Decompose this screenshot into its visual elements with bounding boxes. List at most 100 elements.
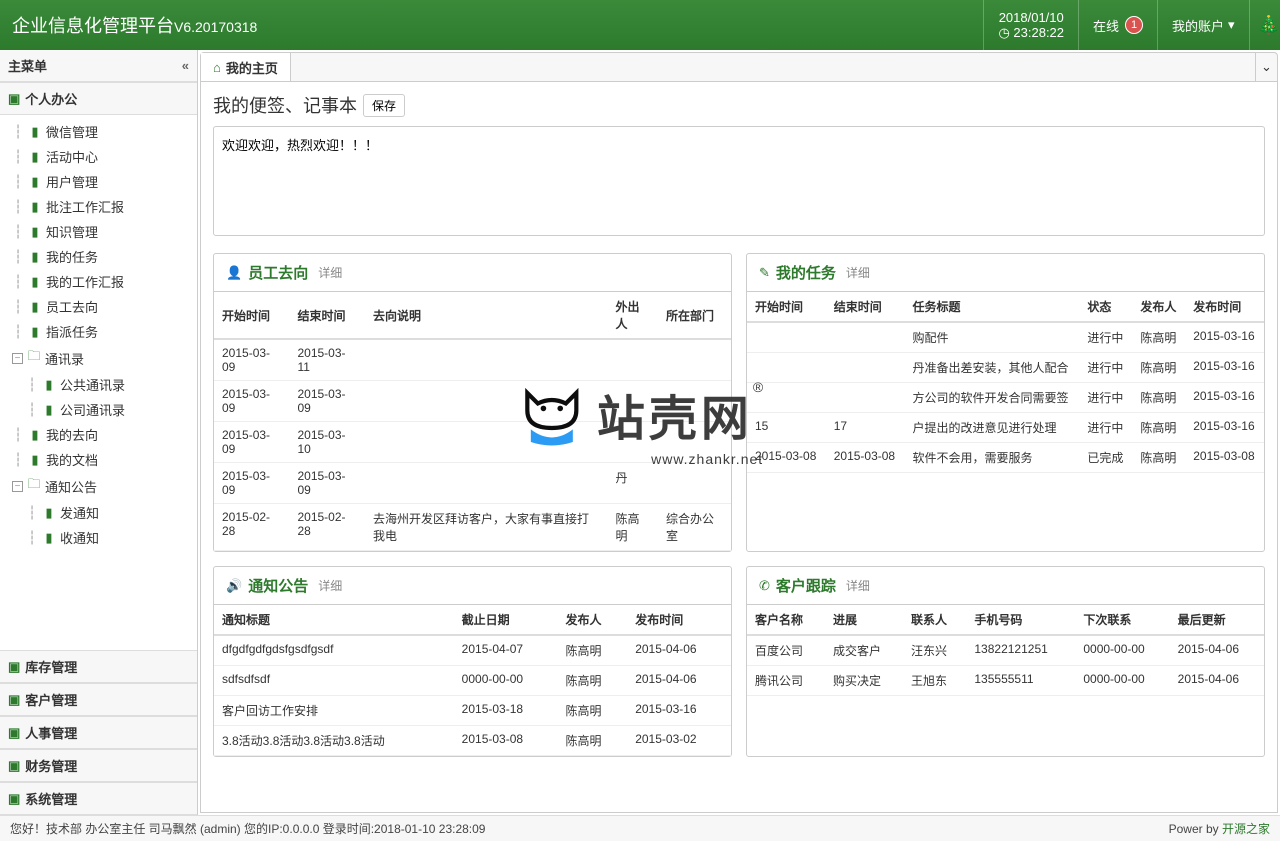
sidebar-item-label: 用户管理: [46, 172, 98, 191]
sidebar-item[interactable]: ┆▮我的文档: [8, 447, 197, 472]
sidebar-item-label: 通讯录: [45, 349, 84, 368]
table-header: 发布时间: [627, 605, 731, 635]
chevron-down-icon: ⌄: [1261, 59, 1272, 75]
panel-customer: ✆ 客户跟踪 详细 客户名称进展联系人手机号码下次联系最后更新百度公司成交客户汪…: [746, 566, 1265, 757]
table-header: 最后更新: [1170, 605, 1264, 635]
sidebar-section[interactable]: ▣ 库存管理: [0, 650, 197, 683]
table-header: 客户名称: [747, 605, 825, 635]
staff-table: 开始时间结束时间去向说明外出人所在部门2015-03-092015-03-112…: [214, 292, 731, 551]
file-icon: ▮: [42, 530, 56, 546]
sidebar-section[interactable]: ▣财务管理: [0, 749, 197, 782]
table-row[interactable]: 2015-03-082015-03-08软件不会用，需要服务已完成陈高明2015…: [747, 443, 1264, 473]
table-header: 发布人: [557, 605, 627, 635]
tab-home[interactable]: ⌂ 我的主页: [201, 53, 291, 81]
sidebar-item[interactable]: ┆▮活动中心: [8, 144, 197, 169]
file-icon: ▮: [42, 377, 56, 393]
detail-link[interactable]: 详细: [846, 264, 870, 281]
header-tree-button[interactable]: 🎄: [1249, 0, 1280, 50]
folder-icon: 🗀: [27, 475, 41, 497]
footer-link[interactable]: 开源之家: [1222, 822, 1270, 836]
sidebar-item[interactable]: ┆▮员工去向: [8, 294, 197, 319]
table-header: 结束时间: [289, 292, 364, 339]
user-icon: 👤: [226, 265, 242, 281]
table-header: 所在部门: [658, 292, 731, 339]
table-row[interactable]: 2015-03-092015-03-10: [214, 422, 731, 463]
sidebar-item[interactable]: ┆▮我的工作汇报: [8, 269, 197, 294]
header-datetime: 2018/01/10 ◷ 23:28:22: [983, 0, 1078, 50]
table-row[interactable]: 1517户提出的改进意见进行处理进行中陈高明2015-03-16: [747, 413, 1264, 443]
header-account[interactable]: 我的账户 ▾: [1157, 0, 1249, 50]
file-icon: ▮: [28, 124, 42, 140]
sidebar-item[interactable]: ┆▮我的任务: [8, 244, 197, 269]
table-row[interactable]: 百度公司成交客户汪东兴138221212510000-00-002015-04-…: [747, 635, 1264, 666]
sidebar-item-label: 我的去向: [46, 425, 98, 444]
sidebar-item[interactable]: ┆▮知识管理: [8, 219, 197, 244]
table-row[interactable]: 客户回访工作安排2015-03-18陈高明2015-03-16: [214, 696, 731, 726]
sidebar-item[interactable]: ┆▮收通知: [8, 525, 197, 550]
sidebar-item[interactable]: ┆▮批注工作汇报: [8, 194, 197, 219]
table-header: 截止日期: [454, 605, 558, 635]
tabs-more-button[interactable]: ⌄: [1255, 53, 1277, 81]
table-row[interactable]: 2015-02-282015-02-28去海州开发区拜访客户，大家有事直接打我电…: [214, 504, 731, 551]
volume-icon: 🔊: [226, 578, 242, 594]
main-area: ⌂ 我的主页 ⌄ 我的便签、记事本 保存 👤 员工去向 详细: [198, 50, 1280, 815]
notes-textarea[interactable]: [213, 126, 1265, 236]
file-icon: ▮: [28, 199, 42, 215]
table-row[interactable]: 腾讯公司购买决定王旭东1355555110000-00-002015-04-06: [747, 666, 1264, 696]
header-online[interactable]: 在线 1: [1078, 0, 1157, 50]
sidebar-item[interactable]: ┆▮用户管理: [8, 169, 197, 194]
table-row[interactable]: 2015-03-092015-03-11: [214, 339, 731, 381]
app-title: 企业信息化管理平台V6.20170318: [0, 12, 983, 38]
save-button[interactable]: 保存: [363, 94, 405, 117]
table-row[interactable]: 2015-03-092015-03-09丹: [214, 463, 731, 504]
sidebar-item[interactable]: ┆▮指派任务: [8, 319, 197, 344]
file-icon: ▮: [28, 174, 42, 190]
sidebar-item-label: 收通知: [60, 528, 99, 547]
arrow-right-icon: ▣: [8, 659, 20, 675]
sidebar-item[interactable]: ┆▮发通知: [8, 500, 197, 525]
table-row[interactable]: 3.8活动3.8活动3.8活动3.8活动2015-03-08陈高明2015-03…: [214, 726, 731, 756]
sidebar-item-label: 批注工作汇报: [46, 197, 124, 216]
tasks-table: 开始时间结束时间任务标题状态发布人发布时间购配件进行中陈高明2015-03-16…: [747, 292, 1264, 473]
table-row[interactable]: 购配件进行中陈高明2015-03-16: [747, 322, 1264, 353]
sidebar-item[interactable]: ┆▮公共通讯录: [8, 372, 197, 397]
table-header: 开始时间: [214, 292, 289, 339]
table-header: 去向说明: [365, 292, 608, 339]
sidebar-item[interactable]: ┆▮我的去向: [8, 422, 197, 447]
detail-link[interactable]: 详细: [846, 577, 870, 594]
table-header: 开始时间: [747, 292, 826, 322]
table-header: 联系人: [903, 605, 966, 635]
table-row[interactable]: 2015-03-092015-03-09: [214, 381, 731, 422]
sidebar-section[interactable]: ▣客户管理: [0, 683, 197, 716]
sidebar-item-notice[interactable]: − 🗀通知公告: [8, 472, 197, 500]
sidebar-item-label: 我的工作汇报: [46, 272, 124, 291]
arrow-right-icon: ▣: [8, 758, 20, 774]
detail-link[interactable]: 详细: [318, 577, 342, 594]
collapse-toggle-icon[interactable]: −: [12, 481, 23, 492]
sidebar-item[interactable]: ┆▮微信管理: [8, 119, 197, 144]
sidebar-section-label: 人事管理: [25, 723, 77, 742]
footer-left: 您好！技术部 办公室主任 司马飘然 (admin) 您的IP:0.0.0.0 登…: [10, 820, 485, 837]
table-row[interactable]: sdfsdfsdf0000-00-00陈高明2015-04-06: [214, 666, 731, 696]
table-header: 进展: [825, 605, 903, 635]
table-row[interactable]: 方公司的软件开发合同需要签进行中陈高明2015-03-16: [747, 383, 1264, 413]
sidebar-item-contacts[interactable]: − 🗀通讯录: [8, 344, 197, 372]
sidebar-section-personal[interactable]: ▣ 个人办公: [0, 82, 197, 115]
sidebar-item-label: 微信管理: [46, 122, 98, 141]
sidebar-section-label: 库存管理: [25, 657, 77, 676]
arrow-right-icon: ▣: [8, 791, 20, 807]
sidebar-item-label: 我的任务: [46, 247, 98, 266]
table-row[interactable]: 丹准备出差安装，其他人配合进行中陈高明2015-03-16: [747, 353, 1264, 383]
table-row[interactable]: dfgdfgdfgdsfgsdfgsdf2015-04-07陈高明2015-04…: [214, 635, 731, 666]
collapse-icon[interactable]: «: [182, 58, 189, 73]
sidebar-section-label: 系统管理: [25, 789, 77, 808]
sidebar-section[interactable]: ▣人事管理: [0, 716, 197, 749]
collapse-toggle-icon[interactable]: −: [12, 353, 23, 364]
sidebar-section[interactable]: ▣ 系统管理: [0, 782, 197, 815]
file-icon: ▮: [28, 452, 42, 468]
panel-notice: 🔊 通知公告 详细 通知标题截止日期发布人发布时间dfgdfgdfgdsfgsd…: [213, 566, 732, 757]
detail-link[interactable]: 详细: [318, 264, 342, 281]
sidebar-item[interactable]: ┆▮公司通讯录: [8, 397, 197, 422]
tab-bar: ⌂ 我的主页 ⌄: [200, 52, 1278, 82]
sidebar-item-label: 知识管理: [46, 222, 98, 241]
